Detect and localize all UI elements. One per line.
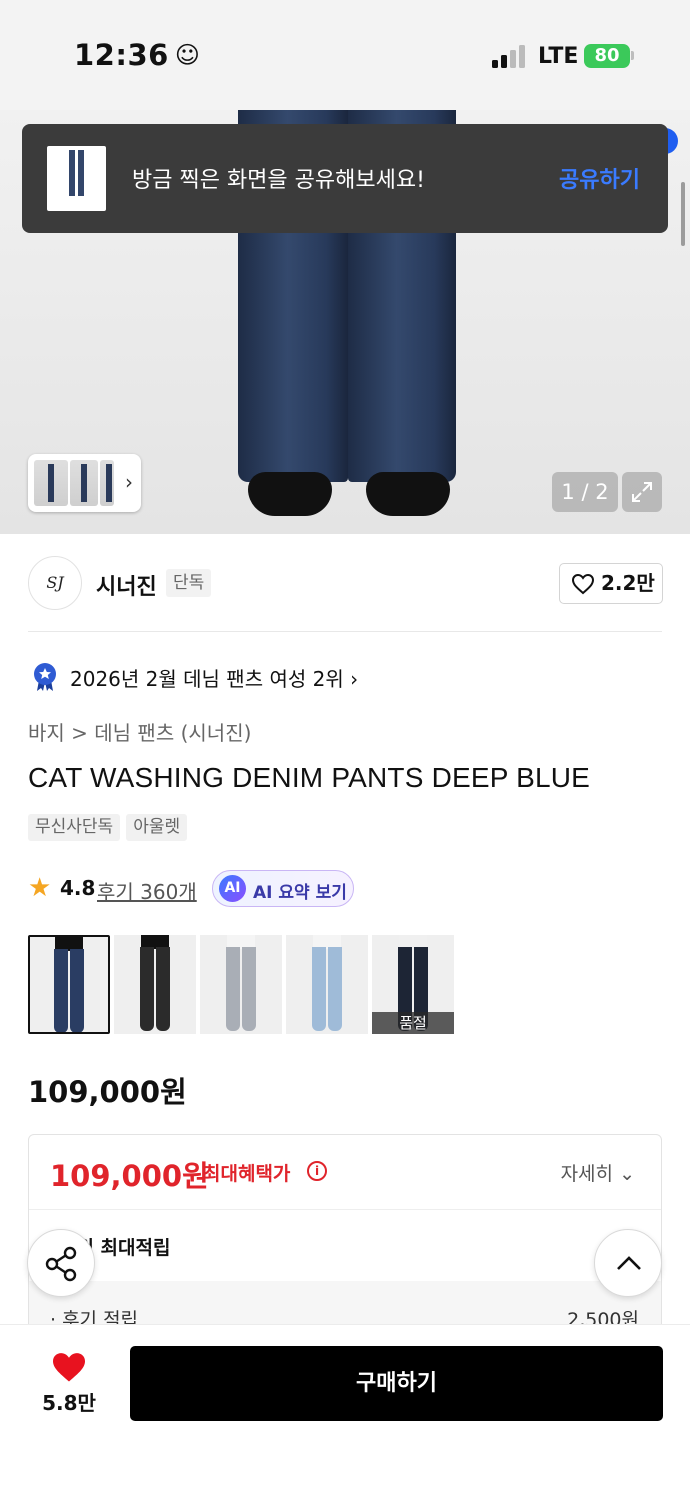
emoji-face-icon: ☺ [174,41,201,69]
chevron-up-icon [617,1256,641,1270]
expand-icon[interactable] [622,472,662,512]
battery-icon: 80 [584,44,630,68]
toast-message: 방금 찍은 화면을 공유해보세요! [132,168,425,193]
heart-filled-icon [53,1353,85,1382]
info-icon[interactable]: i [307,1161,327,1181]
ai-summary-button[interactable]: AI AI 요약 보기 [212,870,354,907]
swatch-jeans [52,949,86,1032]
color-swatch-light-blue[interactable] [286,935,368,1034]
swatch-jeans [224,947,258,1031]
gallery-thumbnail[interactable] [100,460,114,506]
product-tag: 무신사단독 [28,814,121,841]
brand-name[interactable]: 시너진 [96,569,157,601]
review-summary: ★ 4.8 후기 360개 AI AI 요약 보기 [28,870,668,908]
divider [29,1209,661,1210]
brand-like-count: 2.2만 [601,571,655,595]
gallery-thumbnail-strip[interactable]: › [28,454,141,512]
image-counter: 1 / 2 [552,472,618,512]
toast-share-button[interactable]: 공유하기 [559,162,640,194]
heart-outline-icon [571,573,595,595]
breadcrumb[interactable]: 바지 > 데님 팬츠 (시너진) [28,717,251,746]
status-bar: 12:36 ☺ LTE 80 [0,0,690,110]
shoe-left [248,472,332,516]
shoe-right [366,472,450,516]
benefit-box: 109,000원 최대혜택가 i 자세히 ⌄ 00원 최대적립 · 후기 적립 … [28,1134,662,1334]
chevron-right-icon: › [125,470,133,494]
color-swatch-dark-navy[interactable]: 품절 [372,935,454,1034]
chevron-down-icon: ⌄ [619,1163,635,1185]
share-button[interactable] [27,1229,95,1297]
scroll-to-top-button[interactable] [594,1229,662,1297]
max-benefit-label: 최대혜택가 [203,1163,291,1185]
swatch-jeans [310,947,344,1031]
brand-like-button[interactable]: 2.2만 [559,563,663,604]
scroll-indicator[interactable] [681,182,685,246]
divider [28,631,662,632]
share-icon [45,1246,77,1282]
rating-value: 4.8 [60,876,96,900]
ranking-badge-icon [34,663,56,691]
wishlist-button[interactable]: 5.8만 [30,1347,108,1417]
screenshot-thumbnail[interactable] [47,146,106,211]
product-tag: 아울렛 [126,814,188,841]
buy-button[interactable]: 구매하기 [130,1346,663,1421]
wishlist-count: 5.8만 [42,1391,96,1415]
product-price: 109,000원 [28,1075,187,1109]
gallery-thumbnail[interactable] [70,460,98,506]
color-swatch-deep-blue[interactable] [28,935,110,1034]
signal-icon [492,44,526,68]
status-time: 12:36 ☺ [74,38,201,72]
battery-tip [631,51,634,60]
star-icon: ★ [28,873,52,903]
color-swatch-black[interactable] [114,935,196,1034]
swatch-jeans [138,947,172,1031]
share-screenshot-toast: 방금 찍은 화면을 공유해보세요! 공유하기 [22,124,668,233]
benefit-detail-toggle[interactable]: 자세히 ⌄ [561,1159,635,1186]
bottom-action-bar: 5.8만 구매하기 [0,1324,690,1500]
sold-out-label: 품절 [372,1012,454,1034]
brand-exclusive-badge: 단독 [166,569,212,597]
gallery-thumbnail[interactable] [34,460,68,506]
ai-icon: AI [219,875,246,902]
brand-logo[interactable]: SJ [28,556,82,610]
product-tags: 무신사단독 아울렛 [28,814,193,841]
reviews-link[interactable]: 후기 360개 [97,876,197,905]
product-title: CAT WASHING DENIM PANTS DEEP BLUE [28,762,591,793]
ranking-text: 2026년 2월 데님 팬츠 여성 2위 › [70,667,359,691]
max-benefit-price: 109,000원 [50,1159,209,1193]
color-swatch-light-grey[interactable] [200,935,282,1034]
ai-summary-label: AI 요약 보기 [253,883,347,903]
chevron-right-icon: › [350,667,359,691]
network-type: LTE [538,44,579,69]
